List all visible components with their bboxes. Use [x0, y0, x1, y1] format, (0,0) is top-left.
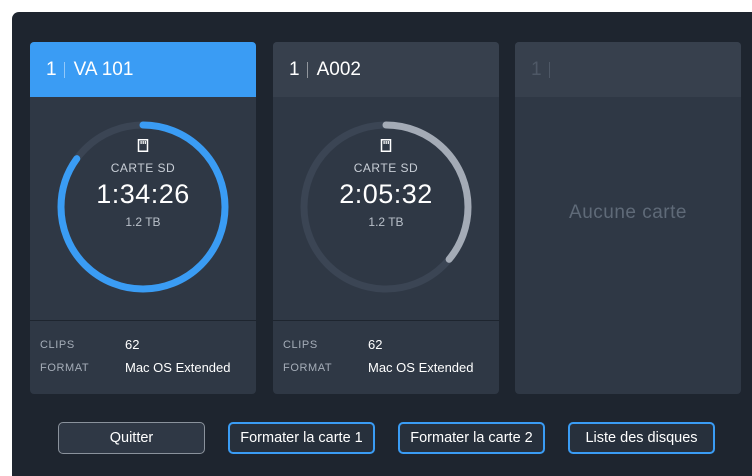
storage-screen: 1 VA 101 CARTE SD 1:34:26 1.2 TB CLIPS 6…	[12, 12, 752, 476]
card-slot-3[interactable]: 1 Aucune carte	[515, 42, 741, 394]
clips-value: 62	[368, 337, 383, 352]
format-label: FORMAT	[40, 362, 90, 374]
format-card-1-button[interactable]: Formater la carte 1	[228, 422, 375, 454]
card-header: 1 A002	[273, 42, 499, 97]
no-card-text: Aucune carte	[569, 202, 687, 223]
header-divider	[63, 61, 65, 78]
slot-number: 1	[289, 58, 300, 80]
format-value: Mac OS Extended	[125, 360, 231, 375]
card-capacity: 1.2 TB	[368, 215, 404, 229]
remaining-time: 2:05:32	[339, 179, 433, 209]
quit-button[interactable]: Quitter	[58, 422, 205, 454]
sd-card-icon	[380, 139, 392, 157]
clips-value: 62	[125, 337, 140, 352]
card-type: CARTE SD	[353, 161, 419, 175]
card-header: 1	[515, 42, 741, 97]
card-slot-2[interactable]: 1 A002 CARTE SD 2:05:32 1.2 TB CLIPS 62 …	[273, 42, 499, 394]
remaining-time: 1:34:26	[96, 179, 190, 209]
header-divider	[306, 61, 308, 78]
clips-label: CLIPS	[283, 339, 318, 351]
format-card-2-button[interactable]: Formater la carte 2	[398, 422, 545, 454]
card-name: VA 101	[73, 58, 134, 80]
card-footer: CLIPS 62 FORMAT Mac OS Extended	[30, 320, 256, 376]
slot-number: 1	[531, 58, 542, 80]
format-label: FORMAT	[283, 362, 333, 374]
card-header: 1 VA 101	[30, 42, 256, 97]
card-capacity: 1.2 TB	[125, 215, 161, 229]
clips-label: CLIPS	[40, 339, 75, 351]
disk-list-button[interactable]: Liste des disques	[568, 422, 715, 454]
slot-number: 1	[46, 58, 57, 80]
card-body: CARTE SD 1:34:26 1.2 TB	[30, 97, 256, 320]
sd-card-icon	[137, 139, 149, 157]
format-value: Mac OS Extended	[368, 360, 474, 375]
card-slot-1[interactable]: 1 VA 101 CARTE SD 1:34:26 1.2 TB CLIPS 6…	[30, 42, 256, 394]
ring-content: CARTE SD 1:34:26 1.2 TB	[30, 139, 256, 229]
card-body: CARTE SD 2:05:32 1.2 TB	[273, 97, 499, 320]
card-footer: CLIPS 62 FORMAT Mac OS Extended	[273, 320, 499, 376]
card-type: CARTE SD	[110, 161, 176, 175]
card-name: A002	[316, 58, 361, 80]
ring-content: CARTE SD 2:05:32 1.2 TB	[273, 139, 499, 229]
header-divider	[548, 61, 550, 78]
card-body: Aucune carte	[515, 97, 741, 320]
